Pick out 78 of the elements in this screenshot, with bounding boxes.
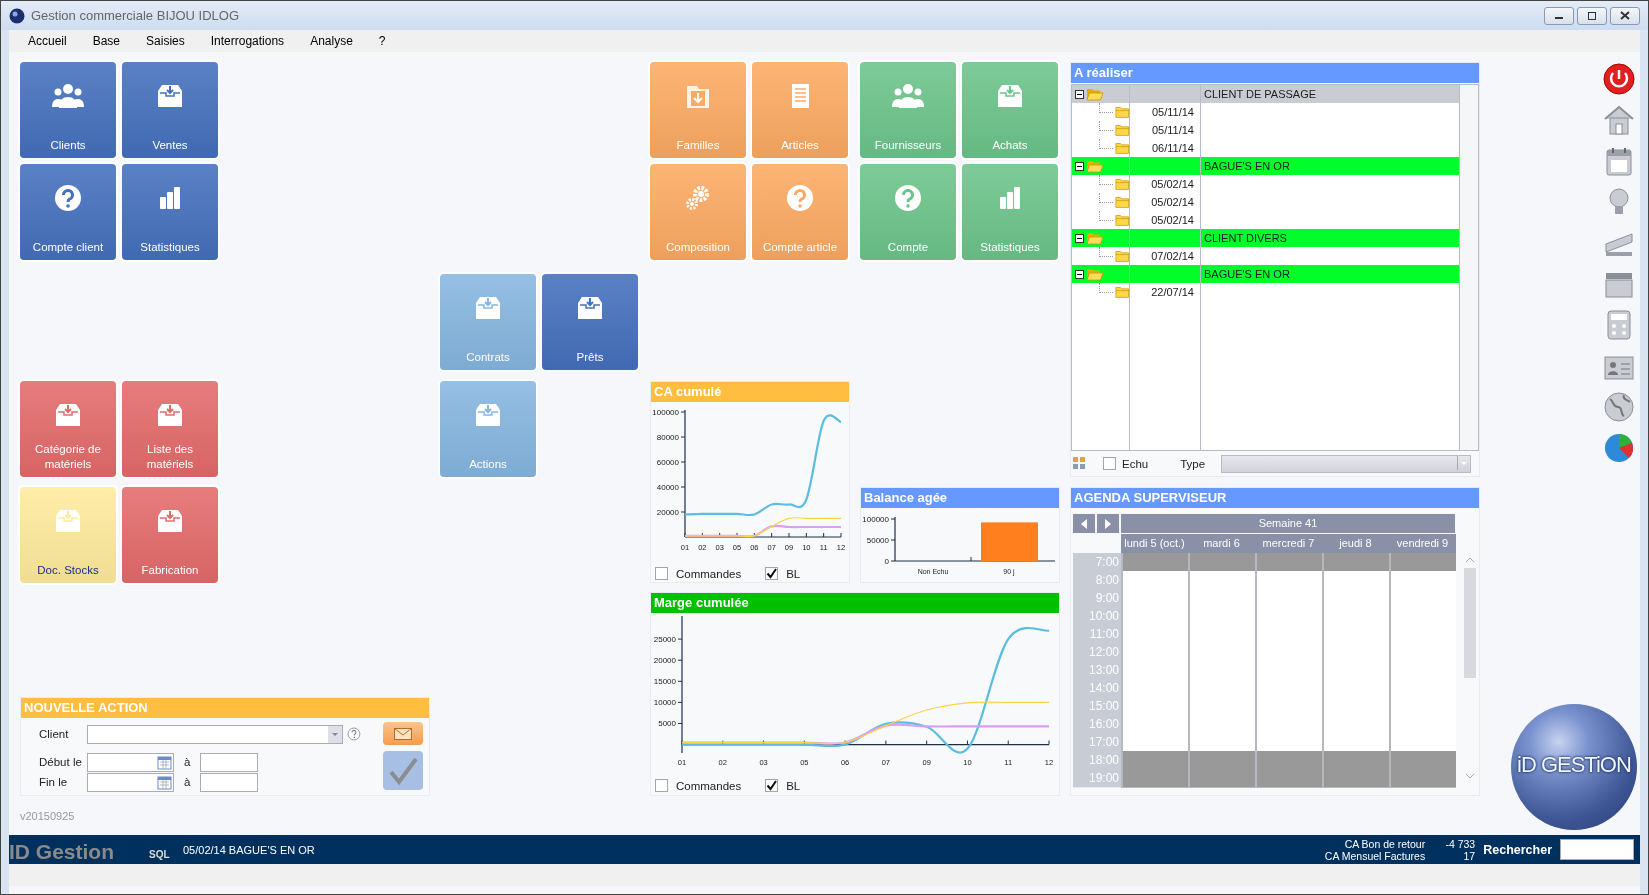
stat-label: CA Mensuel Factures bbox=[1323, 849, 1426, 862]
panel-title: Balance agée bbox=[861, 488, 1059, 508]
day-header: vendredi 9 bbox=[1389, 534, 1456, 553]
panel-title: CA cumulé bbox=[651, 382, 849, 402]
field-label: à bbox=[184, 776, 190, 788]
search-label: Rechercher bbox=[1483, 842, 1552, 857]
day-header: lundi 5 (oct.) bbox=[1121, 534, 1188, 553]
tile-button[interactable]: Statistiques bbox=[122, 164, 218, 260]
tick-label: 15000 bbox=[653, 677, 676, 687]
menu-item[interactable]: Analyse bbox=[297, 34, 366, 48]
tick-label: 50000 bbox=[866, 536, 889, 545]
tick-label: 10000 bbox=[653, 698, 676, 708]
tile-button[interactable]: Fabrication bbox=[122, 487, 218, 583]
tick-label: 100000 bbox=[862, 515, 889, 524]
tick-label: 20000 bbox=[656, 508, 679, 517]
panel-title: AGENDA SUPERVISEUR bbox=[1071, 488, 1479, 508]
client-name: CLIENT DIVERS bbox=[1200, 229, 1459, 247]
field-label: Fin le bbox=[38, 776, 69, 788]
checkbox-label: BL bbox=[786, 567, 801, 580]
menu-item[interactable]: ? bbox=[365, 34, 399, 48]
date-text: 06/11/14 bbox=[1151, 142, 1195, 154]
client-name: BAGUE'S EN OR bbox=[1200, 265, 1459, 283]
tile-button[interactable]: Catégorie de matériels bbox=[20, 381, 116, 477]
checkbox-label: Echu bbox=[1122, 457, 1149, 470]
tile-button[interactable]: Prêts bbox=[542, 274, 638, 370]
tick-label: 0 bbox=[884, 557, 889, 566]
date-text: 05/11/14 bbox=[1151, 106, 1195, 118]
day-header: mercredi 7 bbox=[1255, 534, 1322, 553]
date-text: 05/11/14 bbox=[1151, 124, 1195, 136]
tick-label: 100000 bbox=[652, 408, 679, 417]
tick-label: 60000 bbox=[656, 458, 679, 467]
tile-button[interactable]: Liste des matériels bbox=[122, 381, 218, 477]
tick-label: 80000 bbox=[656, 433, 679, 442]
field-label: à bbox=[184, 756, 190, 768]
week-label: Semaine 41 bbox=[1121, 514, 1455, 533]
menu-item[interactable]: Base bbox=[79, 34, 134, 48]
checkbox-label: BL bbox=[786, 779, 801, 792]
field-label: Début le bbox=[38, 756, 83, 768]
tree-row[interactable]: BAGUE'S EN OR bbox=[1072, 157, 1459, 175]
date-text: 05/02/14 bbox=[1150, 196, 1195, 208]
day-header: mardi 6 bbox=[1188, 534, 1255, 553]
date-text: 05/02/14 bbox=[1150, 214, 1195, 226]
tick-label: 20000 bbox=[653, 656, 676, 666]
panel-title: NOUVELLE ACTION bbox=[21, 698, 429, 718]
client-name: BAGUE'S EN OR bbox=[1200, 157, 1459, 175]
menu-item[interactable]: Accueil bbox=[15, 34, 80, 48]
tree-row[interactable]: CLIENT DE PASSAGE bbox=[1072, 85, 1459, 103]
mode-label: SQL bbox=[149, 848, 171, 860]
stat-value: -4 733 bbox=[1444, 837, 1476, 850]
tree-row[interactable]: BAGUE'S EN OR bbox=[1072, 265, 1459, 283]
tile-button[interactable]: Doc. Stocks bbox=[20, 487, 116, 583]
tick-label: 25000 bbox=[653, 635, 676, 645]
tick-label: 40000 bbox=[656, 483, 679, 492]
field-label: Client bbox=[38, 728, 70, 740]
tile-button[interactable]: Ventes bbox=[122, 62, 218, 158]
panel-title: Marge cumulée bbox=[651, 593, 1059, 613]
checkbox-label: Commandes bbox=[676, 567, 742, 580]
ticker-text: 05/02/14 BAGUE'S EN OR bbox=[182, 843, 316, 856]
stat-label: CA Bon de retour bbox=[1343, 837, 1426, 850]
tick-label: 5000 bbox=[658, 719, 676, 729]
tree-row[interactable]: CLIENT DIVERS bbox=[1072, 229, 1459, 247]
menu-item[interactable]: Interrogations bbox=[197, 34, 298, 48]
panel-title: A réaliser bbox=[1071, 63, 1479, 83]
stat-value: 17 bbox=[1462, 849, 1476, 862]
version-text: v20150925 bbox=[20, 809, 76, 822]
logo-text: iD GESTiON bbox=[1517, 752, 1631, 778]
date-text: 07/02/14 bbox=[1150, 250, 1195, 262]
checkbox-label: Commandes bbox=[676, 779, 742, 792]
window-title: Gestion commerciale BIJOU IDLOG bbox=[31, 8, 241, 23]
day-header: jeudi 8 bbox=[1322, 534, 1389, 553]
tile-button[interactable]: Clients bbox=[20, 62, 116, 158]
menu-item[interactable]: Saisies bbox=[133, 34, 198, 48]
tile-button[interactable]: Compte client bbox=[20, 164, 116, 260]
date-text: 05/02/14 bbox=[1150, 178, 1195, 190]
field-label: Type bbox=[1180, 457, 1206, 470]
date-text: 22/07/14 bbox=[1150, 286, 1195, 298]
brand-text: ID Gestion bbox=[9, 838, 115, 864]
client-name: CLIENT DE PASSAGE bbox=[1200, 85, 1459, 103]
